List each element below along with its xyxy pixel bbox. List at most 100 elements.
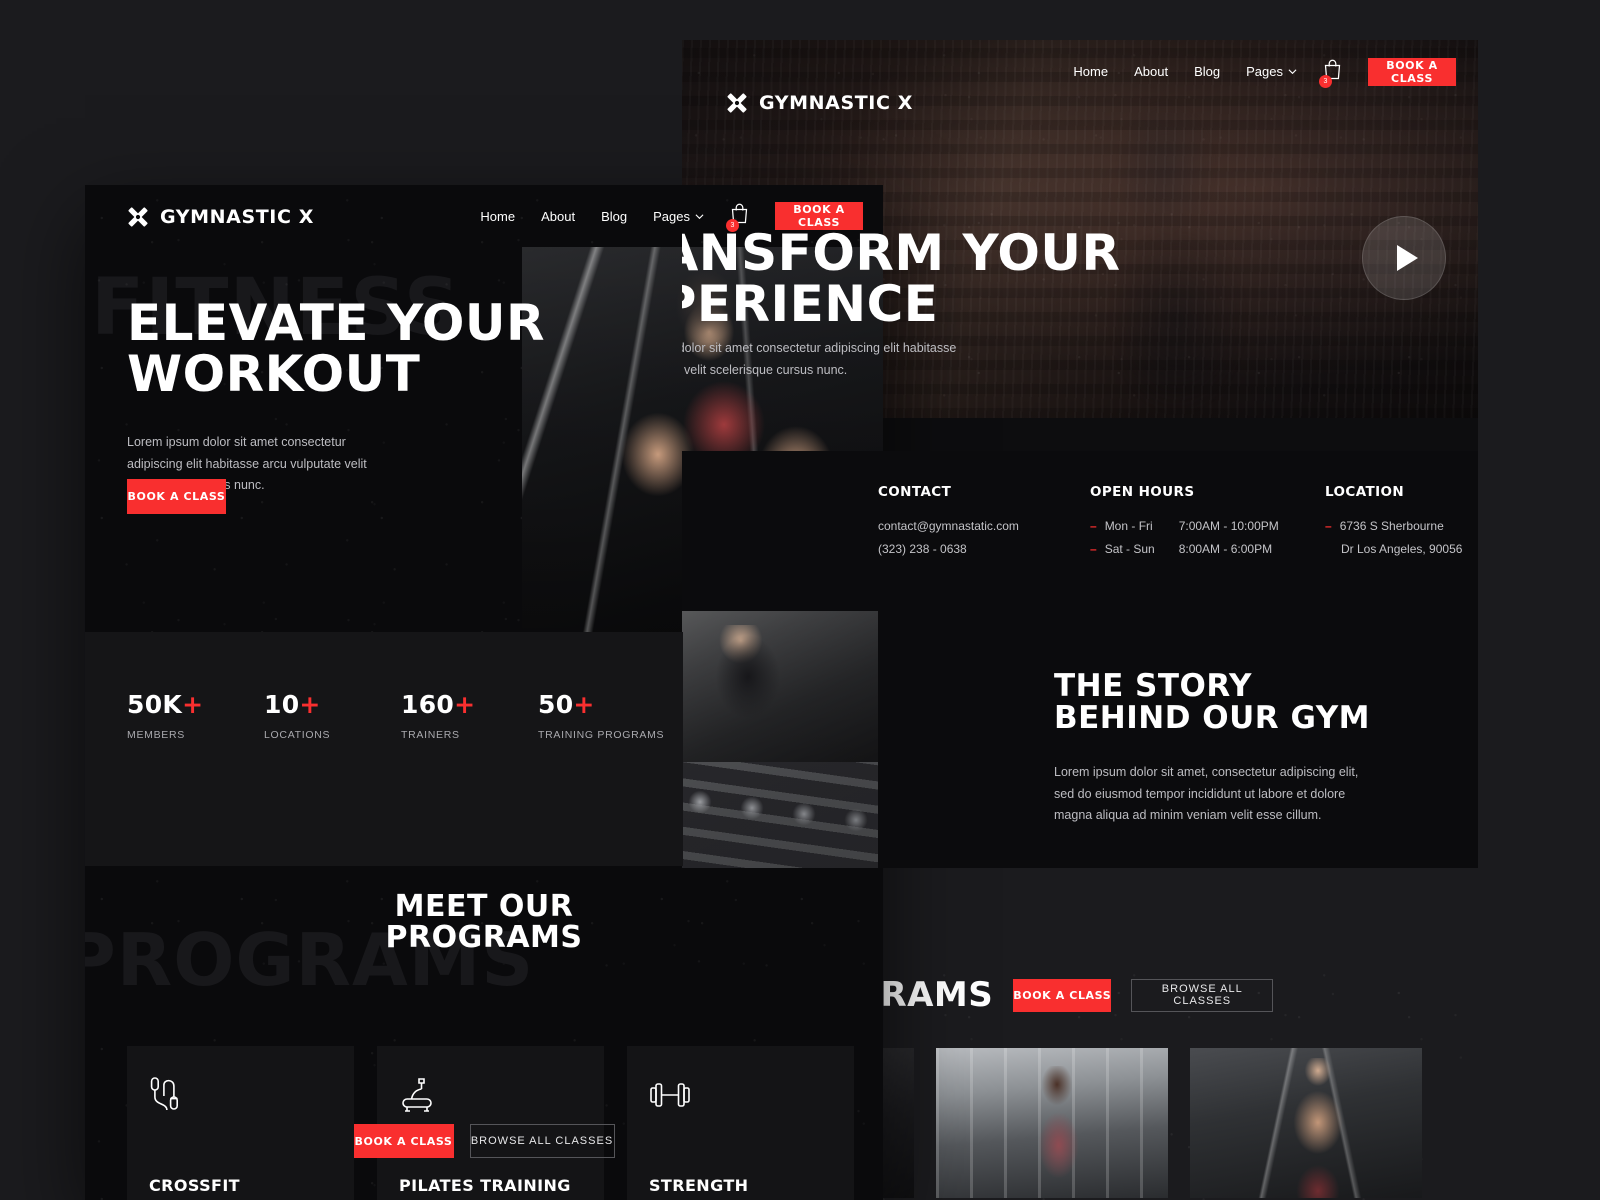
back-hero-title-line2: EXPERIENCE	[682, 275, 939, 333]
open-hours-time: 7:00AM - 10:00PM	[1178, 519, 1279, 533]
bullet-dash-icon: –	[1090, 542, 1097, 557]
stat-item: 160+ TRAINERS	[401, 690, 538, 741]
front-hero-title-line2: WORKOUT	[127, 345, 421, 403]
stat-value: 160+	[401, 690, 538, 719]
front-logo-text: GYMNASTIC X	[160, 206, 314, 228]
story-title: THE STORY BEHIND OUR GYM	[1054, 668, 1478, 736]
stat-label: TRAINERS	[401, 729, 460, 741]
stat-number: 10	[264, 690, 300, 719]
stat-label: MEMBERS	[127, 729, 185, 741]
stat-item: 50K+ MEMBERS	[127, 690, 264, 741]
nav-item-about[interactable]: About	[1134, 64, 1168, 79]
stats-bar: 50K+ MEMBERS 10+ LOCATIONS 160+ TRAINERS…	[85, 632, 683, 866]
nav-item-pages-label: Pages	[1246, 64, 1283, 79]
back-hero-description-line2: arcu vulputate velit scelerisque cursus …	[682, 362, 848, 377]
stat-number: 50K	[127, 690, 183, 719]
back-programs-book-button[interactable]: BOOK A CLASS	[1013, 978, 1112, 1012]
contact-email[interactable]: contact@gymnastatic.com	[878, 515, 1019, 538]
cart-badge: 3	[726, 219, 739, 232]
book-a-class-button[interactable]: BOOK A CLASS	[1368, 57, 1456, 86]
front-logo[interactable]: GYMNASTIC X	[125, 204, 314, 230]
crossed-dumbbell-x-icon	[128, 207, 148, 227]
chevron-down-icon	[695, 213, 704, 219]
program-image-card[interactable]	[1190, 1048, 1422, 1198]
back-info-bar: CONTACT contact@gymnastatic.com (323) 23…	[682, 451, 1478, 611]
back-logo[interactable]: GYMNASTIC X	[724, 90, 913, 116]
contact-phone-value: (323) 238 - 0638	[878, 542, 967, 557]
contact-email-value: contact@gymnastatic.com	[878, 519, 1019, 533]
open-hours-row: – Mon - Fri 7:00AM - 10:00PM	[1090, 515, 1279, 538]
video-play-button[interactable]	[1362, 216, 1446, 300]
location-address-line1: – 6736 S Sherbourne	[1325, 515, 1462, 538]
crossed-dumbbell-x-icon	[727, 93, 747, 113]
nav-item-pages[interactable]: Pages	[1246, 64, 1297, 79]
back-hero-description-line1: Lorem ipsum dolor sit amet consectetur a…	[682, 341, 957, 355]
nav-item-about[interactable]: About	[541, 209, 575, 224]
stat-value: 50K+	[127, 690, 264, 719]
open-hours-heading: OPEN HOURS	[1090, 484, 1195, 500]
open-hours-days: Sat - Sun	[1104, 542, 1155, 557]
program-card[interactable]: CROSSFIT TRAINING Lorem ipsum dolor sit …	[127, 1046, 354, 1200]
cart-badge: 3	[1319, 74, 1332, 88]
program-cards: CROSSFIT TRAINING Lorem ipsum dolor sit …	[127, 1046, 854, 1200]
programs-browse-all-classes-button[interactable]: BROWSE ALL CLASSES	[469, 1124, 615, 1158]
program-card-title: PILATES TRAINING	[399, 1176, 571, 1195]
chevron-down-icon	[1288, 69, 1297, 75]
hero-book-a-class-button[interactable]: BOOK A CLASS	[127, 479, 226, 514]
location-line1-value: 6736 S Sherbourne	[1339, 519, 1444, 533]
stat-value: 10+	[264, 690, 401, 719]
open-hours-row: – Sat - Sun 8:00AM - 6:00PM	[1090, 538, 1279, 561]
stats-row: 50K+ MEMBERS 10+ LOCATIONS 160+ TRAINERS…	[127, 690, 683, 741]
stat-plus: +	[454, 690, 476, 719]
location-column: LOCATION – 6736 S Sherbourne Dr Los Ange…	[1325, 484, 1462, 562]
stat-value: 50+	[538, 690, 675, 719]
stat-number: 160	[401, 690, 455, 719]
story-title-line2: BEHIND OUR GYM	[1054, 699, 1371, 736]
stat-label: TRAINING PROGRAMS	[538, 729, 665, 741]
back-nav-links: Home About Blog Pages 3 BOOK A CLASS	[1073, 57, 1456, 88]
nav-item-home[interactable]: Home	[480, 209, 515, 224]
front-nav-links: Home About Blog Pages 3 BOOK A CLASS	[480, 202, 863, 232]
stat-plus: +	[573, 690, 595, 719]
location-address-line2: Dr Los Angeles, 90056	[1325, 538, 1462, 561]
story-title-line1: THE STORY	[1054, 668, 1253, 704]
cart-button[interactable]: 3	[1319, 59, 1342, 88]
program-card-title: STRENGTH TRAINING	[649, 1176, 749, 1200]
back-logo-text: GYMNASTIC X	[759, 92, 913, 114]
book-a-class-button[interactable]: BOOK A CLASS	[775, 202, 863, 230]
cart-button[interactable]: 3	[726, 203, 749, 232]
story-image	[682, 611, 878, 868]
story-description: Lorem ipsum dolor sit amet, consectetur …	[1054, 765, 1359, 823]
nav-item-pages-label: Pages	[653, 208, 690, 224]
contact-heading: CONTACT	[878, 484, 952, 500]
program-card[interactable]: PILATES TRAINING Lorem ipsum dolor sit a…	[377, 1046, 604, 1200]
nav-item-pages[interactable]: Pages	[653, 209, 704, 224]
programs-actions: BOOK A CLASS BROWSE ALL CLASSES	[85, 1124, 883, 1158]
play-icon	[1396, 245, 1418, 271]
back-page-card: GYMNASTIC X Home About Blog Pages 3 BOOK…	[682, 40, 1478, 868]
stat-label: LOCATIONS	[264, 729, 331, 741]
front-programs-section: PROGRAMS MEET OUR PROGRAMS CROSSFIT TRAI…	[85, 866, 883, 1200]
stat-item: 10+ LOCATIONS	[264, 690, 401, 741]
programs-book-a-class-button[interactable]: BOOK A CLASS	[353, 1124, 454, 1158]
program-image-card[interactable]	[936, 1048, 1168, 1198]
bullet-dash-icon: –	[1325, 519, 1332, 533]
nav-item-blog[interactable]: Blog	[1194, 64, 1220, 79]
contact-phone[interactable]: (323) 238 - 0638	[878, 538, 1019, 561]
contact-column: CONTACT contact@gymnastatic.com (323) 23…	[878, 484, 1019, 562]
front-hero-title-line1: ELEVATE YOUR	[127, 294, 545, 352]
jump-rope-icon	[149, 1075, 332, 1121]
location-heading: LOCATION	[1325, 484, 1405, 500]
story-content: THE STORY BEHIND OUR GYM Lorem ipsum dol…	[878, 611, 1478, 868]
nav-item-blog[interactable]: Blog	[601, 209, 627, 224]
program-card[interactable]: STRENGTH TRAINING Lorem ipsum dolor sit …	[627, 1046, 854, 1200]
back-programs-browse-button[interactable]: BROWSE ALL CLASSES	[1131, 978, 1274, 1012]
open-hours-days: Mon - Fri	[1104, 519, 1153, 533]
bullet-dash-icon: –	[1090, 519, 1097, 533]
nav-item-home[interactable]: Home	[1073, 64, 1108, 79]
stat-number: 50	[538, 690, 574, 719]
programs-title-line2: PROGRAMS	[385, 919, 583, 955]
program-card-title: CROSSFIT TRAINING	[149, 1176, 240, 1200]
treadmill-icon	[399, 1075, 582, 1121]
location-line2-value: Dr Los Angeles, 90056	[1341, 542, 1463, 557]
